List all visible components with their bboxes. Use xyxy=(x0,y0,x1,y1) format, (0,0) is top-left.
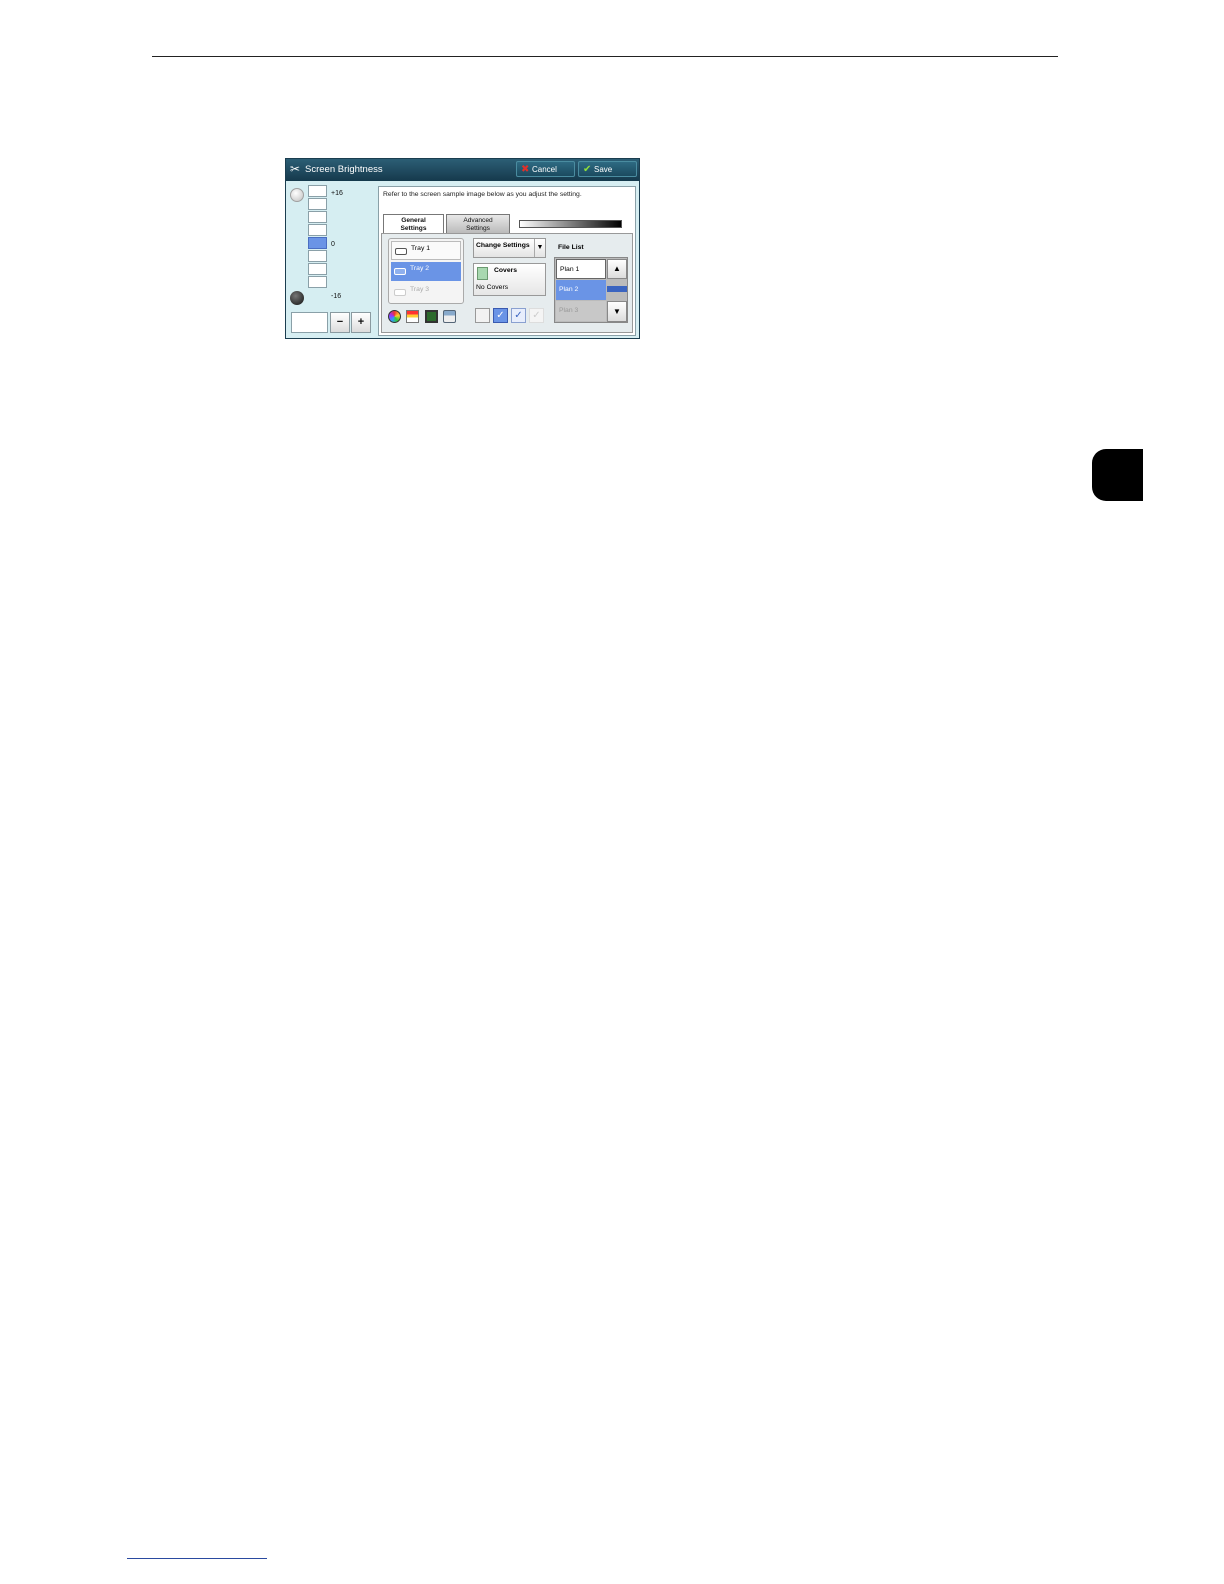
brightness-scale[interactable] xyxy=(308,185,327,289)
title-bar: ✂ Screen Brightness ✖ Cancel ✔ Save xyxy=(286,159,639,181)
decrease-button[interactable]: − xyxy=(330,312,350,333)
covers-icon xyxy=(477,267,488,280)
document-icon xyxy=(406,310,419,323)
tools-icon: ✂ xyxy=(290,162,301,176)
scale-max-label: +16 xyxy=(331,190,343,197)
tab-advanced-settings[interactable]: Advanced Settings xyxy=(446,214,510,234)
tray-item[interactable]: Tray 1 xyxy=(391,241,461,260)
scale-step[interactable] xyxy=(308,185,327,197)
scale-step[interactable] xyxy=(308,211,327,223)
close-icon: ✖ xyxy=(521,164,530,175)
scale-step[interactable] xyxy=(308,224,327,236)
save-label: Save xyxy=(594,165,613,174)
tab-general-settings[interactable]: General Settings xyxy=(383,214,444,234)
brightness-value-field xyxy=(291,312,328,333)
header-rule xyxy=(152,56,1058,57)
tab-label: Settings xyxy=(466,225,490,232)
checkbox-unchecked[interactable] xyxy=(475,308,490,323)
file-list-item-selected[interactable]: Plan 2 xyxy=(556,280,606,300)
covers-value: No Covers xyxy=(476,284,509,291)
check-icon: ✔ xyxy=(583,164,592,175)
grayscale-gradient-bar xyxy=(519,220,622,228)
scrollbar-thumb[interactable] xyxy=(607,286,627,292)
checkbox-checked[interactable]: ✓ xyxy=(511,308,526,323)
tray-item-disabled: Tray 3 xyxy=(391,283,461,302)
file-list-label: File List xyxy=(558,244,584,251)
tray-label: Tray 3 xyxy=(410,286,430,293)
change-settings-label: Change Settings xyxy=(476,242,530,249)
tray-icon xyxy=(395,248,407,255)
file-list-item[interactable]: Plan 1 xyxy=(556,259,606,279)
sample-content: Tray 1 Tray 2 Tray 3 Change Settings ▼ C… xyxy=(381,233,633,333)
footer-rule xyxy=(127,1558,267,1559)
dark-indicator-icon xyxy=(290,291,304,305)
printer-icon xyxy=(443,310,456,323)
instruction-text: Refer to the screen sample image below a… xyxy=(383,191,582,198)
tray-label: Tray 2 xyxy=(410,265,430,272)
increase-button[interactable]: + xyxy=(351,312,371,333)
scale-step[interactable] xyxy=(308,276,327,288)
bright-indicator-icon xyxy=(290,188,304,202)
scroll-up-icon[interactable]: ▲ xyxy=(607,259,627,279)
file-list-item-disabled: Plan 3 xyxy=(556,301,606,321)
covers-button[interactable]: Covers No Covers xyxy=(473,263,546,296)
tab-label: Settings xyxy=(400,225,427,232)
checkbox-checked-selected[interactable]: ✓ xyxy=(493,308,508,323)
chevron-down-icon: ▼ xyxy=(534,239,545,257)
scale-mid-label: 0 xyxy=(331,241,335,248)
covers-label: Covers xyxy=(494,267,518,274)
scale-min-label: -16 xyxy=(331,293,342,300)
dialog-title: Screen Brightness xyxy=(305,164,383,175)
cancel-label: Cancel xyxy=(532,165,557,174)
scale-step-selected[interactable] xyxy=(308,237,327,249)
scale-step[interactable] xyxy=(308,198,327,210)
scale-step[interactable] xyxy=(308,250,327,262)
checkbox-disabled: ✓ xyxy=(529,308,544,323)
tray-item-selected[interactable]: Tray 2 xyxy=(391,262,461,281)
screen-brightness-dialog: ✂ Screen Brightness ✖ Cancel ✔ Save +16 … xyxy=(285,158,640,339)
scale-step[interactable] xyxy=(308,263,327,275)
color-wheel-icon xyxy=(388,310,401,323)
tab-label: General xyxy=(401,217,426,224)
file-list: Plan 1 Plan 2 Plan 3 ▲ ▼ xyxy=(554,257,628,323)
chapter-tab xyxy=(1092,449,1143,501)
change-settings-dropdown[interactable]: Change Settings ▼ xyxy=(473,238,546,258)
tray-label: Tray 1 xyxy=(411,245,431,252)
cancel-button[interactable]: ✖ Cancel xyxy=(516,161,575,177)
scroll-down-icon[interactable]: ▼ xyxy=(607,301,627,322)
tab-label: Advanced xyxy=(463,217,493,224)
tray-icon xyxy=(394,268,406,275)
tray-list: Tray 1 Tray 2 Tray 3 xyxy=(388,238,464,304)
image-icon xyxy=(425,310,438,323)
save-button[interactable]: ✔ Save xyxy=(578,161,637,177)
tray-icon xyxy=(394,289,406,296)
sample-panel: Refer to the screen sample image below a… xyxy=(378,186,636,336)
